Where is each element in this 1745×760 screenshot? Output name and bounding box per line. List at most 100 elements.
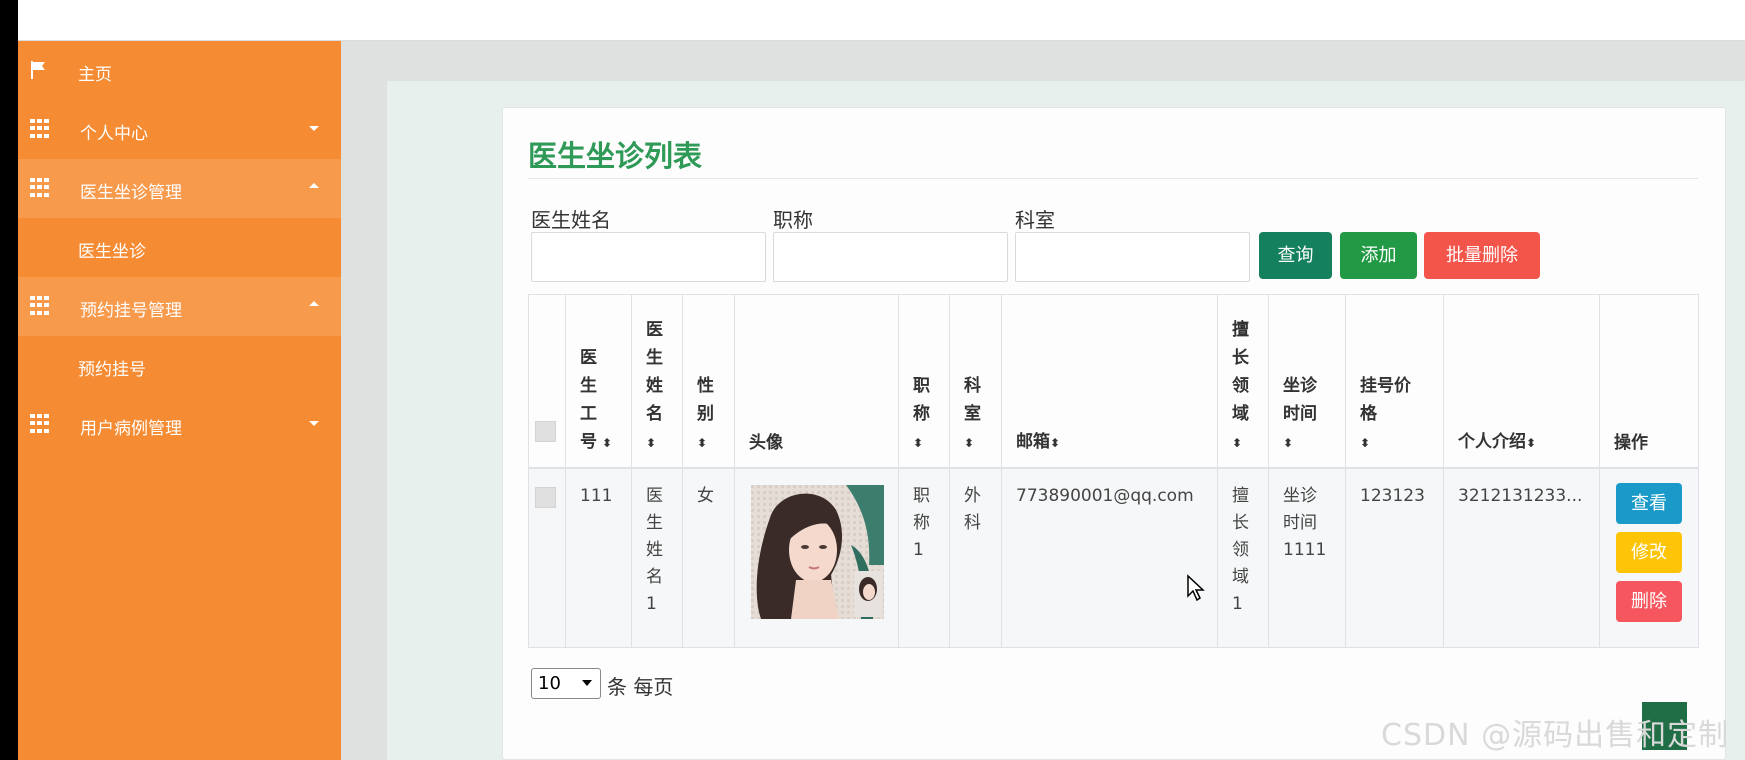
cell-specialty: 擅长领域1 [1217,467,1269,648]
title-label: 职称 [773,208,813,232]
sidebar-subitem-doctor-clinic[interactable]: 医生坐诊 [18,218,341,277]
sidebar-item-doctor-clinic-management[interactable]: 医生坐诊管理 [18,159,341,218]
col-label: 职称 [913,375,930,424]
doctor-name-input[interactable] [531,232,766,282]
title-input[interactable] [773,232,1008,282]
doctor-avatar-image [751,484,884,619]
cell-intro: 3212131233... [1443,467,1600,648]
cell-fee: 123123 [1345,467,1444,648]
col-title[interactable]: 职称 ⬍ [898,294,950,468]
col-label: 擅长领域 [1232,319,1249,424]
sort-icon[interactable]: ⬍ [1526,429,1538,457]
sidebar-subitem-appointment[interactable]: 预约挂号 [18,336,341,395]
col-label: 科室 [964,375,981,424]
row-checkbox[interactable] [535,486,556,508]
select-all-checkbox[interactable] [535,420,556,442]
sidebar-item-label: 医生坐诊 [78,242,146,262]
col-label: 挂号价格 [1360,375,1411,424]
col-email[interactable]: 邮箱⬍ [1001,294,1218,468]
table-header-row: 医生工号 ⬍ 医生姓名 ⬍ 性别 ⬍ 头像 职称 ⬍ 科室 ⬍ 邮箱⬍ 擅长领域 ⬍ [528,294,1699,468]
page-size-select[interactable]: 10 [531,668,601,699]
top-header [18,0,1745,41]
batch-delete-button[interactable]: 批量删除 [1424,232,1540,279]
cell-email: 773890001@qq.com [1001,467,1218,648]
chevron-down-icon [309,126,319,131]
dept-input[interactable] [1015,232,1250,282]
sort-icon[interactable]: ⬍ [646,429,658,457]
col-gender[interactable]: 性别 ⬍ [682,294,735,468]
title-divider [528,178,1698,179]
sort-icon[interactable]: ⬍ [1050,429,1062,457]
col-label: 邮箱 [1016,431,1050,452]
cell-doctor-id: 111 [565,467,632,648]
cell-ops: 查看 修改 删除 [1599,467,1699,648]
chevron-up-icon [309,301,319,306]
sidebar-item-user-case-management[interactable]: 用户病例管理 [18,395,341,454]
sidebar-item-label: 主页 [78,65,112,85]
cell-avatar [734,467,899,648]
col-fee[interactable]: 挂号价格 ⬍ [1345,294,1444,468]
add-button[interactable]: 添加 [1340,232,1417,279]
cell-dept: 外科 [949,467,1002,648]
flag-icon [30,60,50,80]
grid-icon [30,178,50,198]
col-label: 个人介绍 [1458,431,1526,452]
select-all-header [528,294,566,468]
col-label: 操作 [1614,432,1648,453]
per-page-label: 条 每页 [607,675,674,699]
sidebar-item-label: 个人中心 [80,124,148,144]
col-doctor-id[interactable]: 医生工号 ⬍ [565,294,632,468]
watermark: CSDN @源码出售和定制 [1381,718,1730,753]
sort-icon[interactable]: ⬍ [1232,429,1244,457]
sidebar-item-label: 预约挂号 [78,360,146,380]
chevron-down-icon [582,680,592,686]
page-title: 医生坐诊列表 [528,139,703,173]
col-label: 医生工号 [580,347,597,452]
grid-icon [30,119,50,139]
col-label: 性别 [697,375,714,424]
dept-label: 科室 [1015,208,1055,232]
col-dept[interactable]: 科室 ⬍ [949,294,1002,468]
search-button[interactable]: 查询 [1259,232,1332,279]
cell-clinic-time: 坐诊时间1111 [1268,467,1346,648]
window-edge [0,0,18,760]
sort-icon[interactable]: ⬍ [964,429,976,457]
col-label: 医生姓名 [646,319,663,424]
col-label: 坐诊时间 [1283,375,1317,424]
col-ops: 操作 [1599,294,1699,468]
table-row: 111 医生姓名1 女 职称1 外科 773890001@qq.com 擅长领域… [528,467,1699,648]
sidebar-item-label: 用户病例管理 [80,419,182,439]
page-size-value: 10 [538,673,561,694]
col-doctor-name[interactable]: 医生姓名 ⬍ [631,294,683,468]
col-label: 头像 [749,432,783,453]
view-button[interactable]: 查看 [1616,482,1682,524]
cell-title: 职称1 [898,467,950,648]
cell-doctor-name: 医生姓名1 [631,467,683,648]
delete-button[interactable]: 删除 [1616,580,1682,622]
col-specialty[interactable]: 擅长领域 ⬍ [1217,294,1269,468]
cell-gender: 女 [682,467,735,648]
mouse-cursor-icon [1186,574,1206,606]
sort-icon[interactable]: ⬍ [1283,429,1295,457]
sort-icon[interactable]: ⬍ [1360,429,1372,457]
sidebar-item-label: 医生坐诊管理 [80,183,182,203]
sidebar-item-home[interactable]: 主页 [18,41,341,100]
edit-button[interactable]: 修改 [1616,531,1682,573]
col-intro[interactable]: 个人介绍⬍ [1443,294,1600,468]
sort-icon[interactable]: ⬍ [602,429,614,457]
doctor-table: 医生工号 ⬍ 医生姓名 ⬍ 性别 ⬍ 头像 职称 ⬍ 科室 ⬍ 邮箱⬍ 擅长领域 ⬍ [528,294,1699,648]
grid-icon [30,296,50,316]
chevron-up-icon [309,183,319,188]
col-clinic-time[interactable]: 坐诊时间 ⬍ [1268,294,1346,468]
row-select-cell [528,467,566,648]
sidebar: 主页 个人中心 医生坐诊管理 医生坐诊 预约挂号管理 预约挂号 用户病例管理 [18,41,341,760]
sort-icon[interactable]: ⬍ [913,429,925,457]
col-avatar: 头像 [734,294,899,468]
chevron-down-icon [309,421,319,426]
sidebar-item-appointment-management[interactable]: 预约挂号管理 [18,277,341,336]
sidebar-item-personal-center[interactable]: 个人中心 [18,100,341,159]
doctor-name-label: 医生姓名 [531,208,611,232]
sort-icon[interactable]: ⬍ [697,429,709,457]
grid-icon [30,414,50,434]
sidebar-item-label: 预约挂号管理 [80,301,182,321]
